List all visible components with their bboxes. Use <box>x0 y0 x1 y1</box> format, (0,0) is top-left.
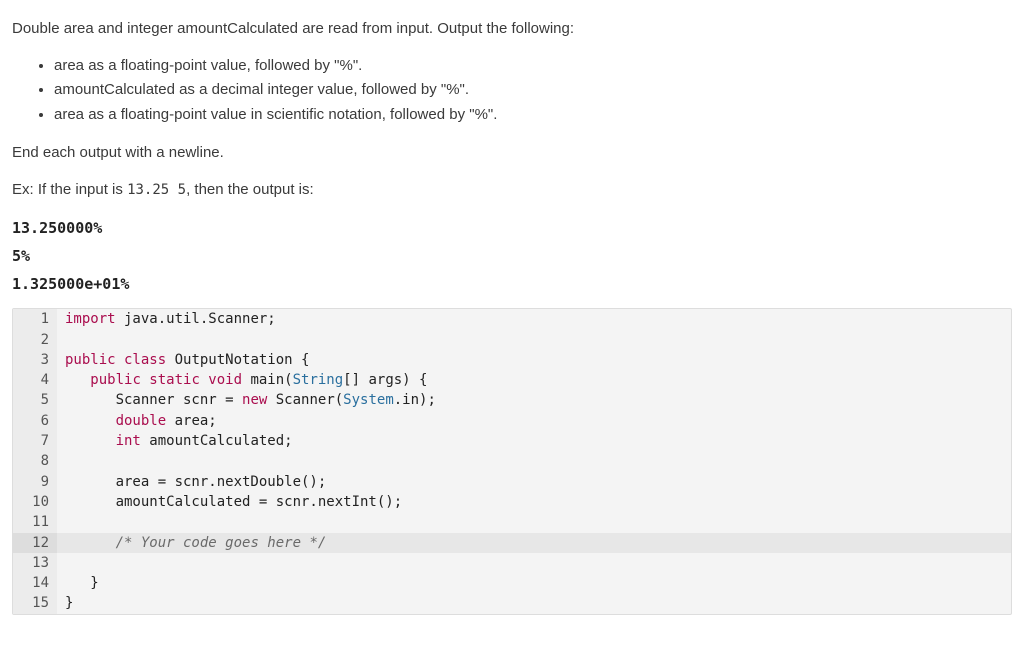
code-line: 5 Scanner scnr = new Scanner(System.in); <box>13 390 1011 410</box>
code-content[interactable] <box>57 330 1011 350</box>
line-number: 8 <box>13 451 57 471</box>
code-content[interactable]: } <box>57 573 1011 593</box>
code-content[interactable]: public class OutputNotation { <box>57 350 1011 370</box>
code-line: 9 area = scnr.nextDouble(); <box>13 472 1011 492</box>
code-content[interactable] <box>57 451 1011 471</box>
end-output-note: End each output with a newline. <box>12 142 1012 165</box>
line-number: 14 <box>13 573 57 593</box>
code-content[interactable]: public static void main(String[] args) { <box>57 370 1011 390</box>
line-number: 13 <box>13 553 57 573</box>
code-content[interactable]: amountCalculated = scnr.nextInt(); <box>57 492 1011 512</box>
line-number: 5 <box>13 390 57 410</box>
line-number: 12 <box>13 533 57 553</box>
code-line: 3public class OutputNotation { <box>13 350 1011 370</box>
code-line: 13 <box>13 553 1011 573</box>
line-number: 3 <box>13 350 57 370</box>
requirements-list: area as a floating-point value, followed… <box>12 55 1012 127</box>
code-line: 6 double area; <box>13 411 1011 431</box>
code-content[interactable]: int amountCalculated; <box>57 431 1011 451</box>
problem-intro: Double area and integer amountCalculated… <box>12 18 1012 41</box>
example-input: 13.25 5 <box>127 182 186 198</box>
code-line: 8 <box>13 451 1011 471</box>
requirement-item: amountCalculated as a decimal integer va… <box>54 79 1012 102</box>
code-line: 15} <box>13 593 1011 613</box>
code-line: 4 public static void main(String[] args)… <box>13 370 1011 390</box>
code-editor[interactable]: 1import java.util.Scanner;23public class… <box>12 308 1012 614</box>
requirement-item: area as a floating-point value, followed… <box>54 55 1012 78</box>
code-line: 11 <box>13 512 1011 532</box>
code-content[interactable]: import java.util.Scanner; <box>57 309 1011 329</box>
code-content[interactable]: double area; <box>57 411 1011 431</box>
example-label: Ex: If the input is 13.25 5, then the ou… <box>12 179 1012 202</box>
code-line: 14 } <box>13 573 1011 593</box>
line-number: 10 <box>13 492 57 512</box>
code-content[interactable]: /* Your code goes here */ <box>57 533 1011 553</box>
requirement-item: area as a floating-point value in scient… <box>54 104 1012 127</box>
code-content[interactable]: Scanner scnr = new Scanner(System.in); <box>57 390 1011 410</box>
code-line: 2 <box>13 330 1011 350</box>
code-line: 7 int amountCalculated; <box>13 431 1011 451</box>
code-line: 10 amountCalculated = scnr.nextInt(); <box>13 492 1011 512</box>
line-number: 2 <box>13 330 57 350</box>
code-content[interactable] <box>57 553 1011 573</box>
line-number: 11 <box>13 512 57 532</box>
example-output-line: 1.325000e+01% <box>12 271 1012 299</box>
line-number: 6 <box>13 411 57 431</box>
line-number: 7 <box>13 431 57 451</box>
code-content[interactable]: area = scnr.nextDouble(); <box>57 472 1011 492</box>
example-output-block: 13.250000% 5% 1.325000e+01% <box>12 215 1012 298</box>
example-output-line: 5% <box>12 243 1012 271</box>
line-number: 4 <box>13 370 57 390</box>
code-content[interactable] <box>57 512 1011 532</box>
code-content[interactable]: } <box>57 593 1011 613</box>
code-line: 12 /* Your code goes here */ <box>13 533 1011 553</box>
line-number: 15 <box>13 593 57 613</box>
example-output-line: 13.250000% <box>12 215 1012 243</box>
code-line: 1import java.util.Scanner; <box>13 309 1011 329</box>
example-suffix: , then the output is: <box>186 181 314 198</box>
line-number: 9 <box>13 472 57 492</box>
code-table: 1import java.util.Scanner;23public class… <box>13 309 1011 613</box>
example-prefix: Ex: If the input is <box>12 181 127 198</box>
line-number: 1 <box>13 309 57 329</box>
